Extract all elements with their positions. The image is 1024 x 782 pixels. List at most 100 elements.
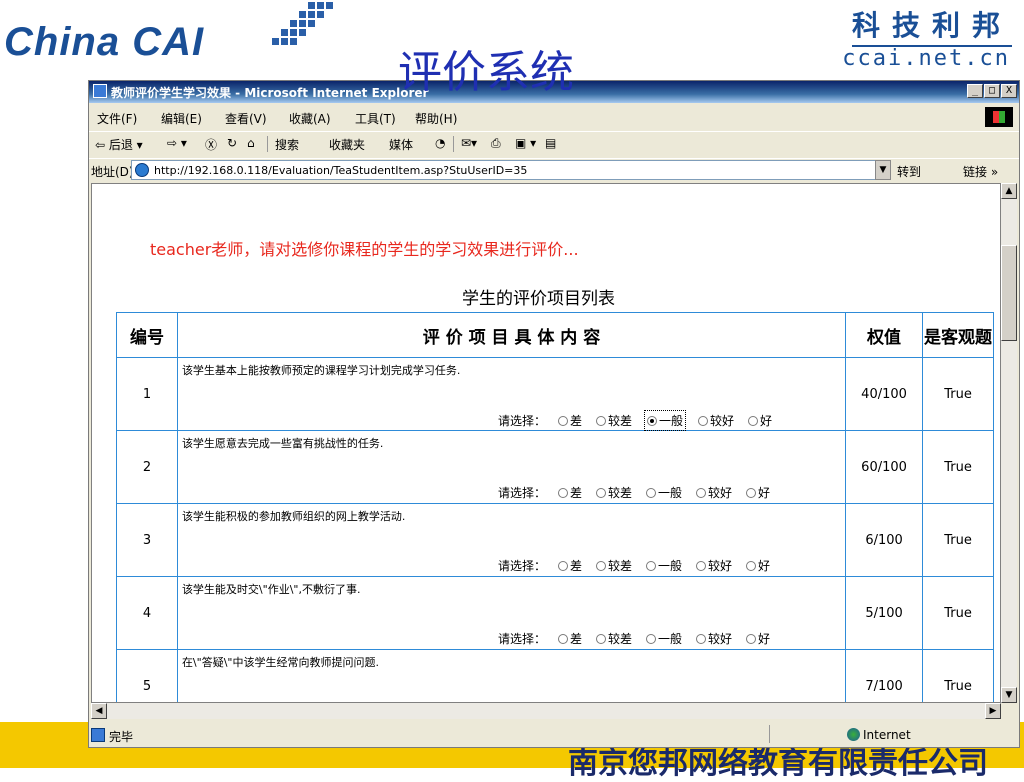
radio-button[interactable] [746,487,757,498]
menu-view[interactable]: 查看(V) [225,110,267,127]
item-number: 5 [116,649,178,702]
windows-logo-icon [985,107,1013,127]
rating-option[interactable]: 一般 [643,410,686,431]
rating-option[interactable]: 好 [746,411,774,430]
maximize-button[interactable]: □ [984,84,1000,98]
discuss-icon[interactable]: ▤ [545,136,556,150]
radio-button[interactable] [646,415,657,426]
rating-option[interactable]: 较差 [594,629,634,648]
menu-favorites[interactable]: 收藏(A) [289,110,331,127]
rating-option[interactable]: 差 [556,483,584,502]
radio-button[interactable] [696,560,706,571]
rating-option[interactable]: 差 [556,411,584,430]
slide-title: 评价系统 [398,47,574,98]
radio-button[interactable] [645,560,656,571]
address-bar: 地址(D) http://192.168.0.118/Evaluation/Te… [89,158,1019,181]
scroll-thumb[interactable] [1001,245,1017,341]
choose-label: 请选择： [497,632,546,646]
table-row: 3 该学生能积极的参加教师组织的网上教学活动. 请选择： 差较差 一般 较好好 6/100 T… [116,503,994,577]
rating-option[interactable]: 较好 [696,411,736,430]
radio-button[interactable] [595,415,606,426]
item-text: 该学生愿意去完成一些富有挑战性的任务. [181,437,384,450]
back-button[interactable]: ⇦ 后退 ▾ [95,136,143,153]
horizontal-scrollbar[interactable]: ◀ ▶ [91,703,1001,719]
item-weight: 5/100 [845,576,924,650]
rating-option[interactable]: 一般 [644,483,684,502]
item-weight: 6/100 [845,503,924,577]
radio-button[interactable] [696,487,706,498]
rating-option[interactable]: 较差 [594,411,634,430]
rating-group: 请选择： 差较差一般较好好 [498,629,772,648]
edit-icon[interactable]: ▣ ▾ [515,136,536,150]
close-button[interactable]: X [1001,84,1017,98]
scroll-up-icon[interactable]: ▲ [1001,183,1017,199]
radio-button[interactable] [557,415,568,426]
item-objective: True [922,503,994,577]
radio-button[interactable] [595,633,606,644]
rating-option[interactable]: 好 [744,483,772,502]
china-cai-logo: China CAI [4,20,205,64]
address-input[interactable]: http://192.168.0.118/Evaluation/TeaStude… [131,160,891,180]
menu-file[interactable]: 文件(F) [97,110,137,127]
address-url[interactable]: http://192.168.0.118/Evaluation/TeaStude… [154,164,527,177]
links-button[interactable]: 链接 » [963,163,998,180]
scroll-left-icon[interactable]: ◀ [91,703,107,719]
favorites-button[interactable]: 收藏夹 [329,136,365,153]
rating-option[interactable]: 差 [556,556,584,575]
stop-icon[interactable]: Ⓧ [205,136,217,153]
rating-option[interactable]: 一般 [644,556,684,575]
page-done-icon [91,728,105,742]
search-button[interactable]: 搜索 [275,136,299,153]
scroll-right-icon[interactable]: ▶ [985,703,1001,719]
rating-option[interactable]: 一般 [644,629,684,648]
mail-icon[interactable]: ✉▾ [461,136,477,150]
radio-button[interactable] [645,487,656,498]
menu-help[interactable]: 帮助(H) [415,110,457,127]
rating-option[interactable]: 较好 [694,483,734,502]
radio-button[interactable] [696,633,706,644]
vertical-scrollbar[interactable]: ▲ ▼ [1001,183,1017,703]
home-icon[interactable]: ⌂ [247,136,255,150]
minimize-button[interactable]: _ [967,84,983,98]
address-dropdown-icon[interactable]: ▼ [875,160,891,180]
rating-option[interactable]: 较差 [594,556,634,575]
radio-button[interactable] [595,560,606,571]
radio-button[interactable] [746,560,757,571]
item-weight: 60/100 [845,430,924,504]
forward-button[interactable]: ⇨ ▾ [167,136,187,150]
item-content: 该学生基本上能按教师预定的课程学习计划完成学习任务. 请选择： 差较差 一般 较好好 [176,357,847,431]
radio-button[interactable] [557,487,568,498]
rating-option[interactable]: 好 [744,556,772,575]
media-button[interactable]: 媒体 [389,136,413,153]
menu-bar: 文件(F) 编辑(E) 查看(V) 收藏(A) 工具(T) 帮助(H) [89,107,1019,127]
window-title: 教师评价学生学习效果 - Microsoft Internet Explorer [111,86,429,100]
refresh-icon[interactable]: ↻ [227,136,237,150]
rating-option[interactable]: 差 [556,629,584,648]
item-text: 该学生基本上能按教师预定的课程学习计划完成学习任务. [181,364,461,377]
item-text: 该学生能及时交\"作业\",不敷衍了事. [181,583,361,596]
table-row: 1 该学生基本上能按教师预定的课程学习计划完成学习任务. 请选择： 差较差 一般 较好好 4… [116,357,994,431]
history-icon[interactable]: ◔ [435,136,445,150]
rating-option[interactable]: 较好 [694,556,734,575]
rating-option[interactable]: 较好 [694,629,734,648]
radio-button[interactable] [557,633,568,644]
radio-button[interactable] [746,633,757,644]
brand-logo-en: ccai.net.cn [842,46,1010,71]
print-icon[interactable]: ⎙ [491,136,501,151]
menu-edit[interactable]: 编辑(E) [161,110,202,127]
radio-button[interactable] [557,560,568,571]
scroll-down-icon[interactable]: ▼ [1001,687,1017,703]
rating-option[interactable]: 较差 [594,483,634,502]
radio-button[interactable] [645,633,656,644]
radio-button[interactable] [595,487,606,498]
go-button[interactable]: 转到 [897,163,921,180]
menu-tools[interactable]: 工具(T) [355,110,396,127]
list-title: 学生的评价项目列表 [462,289,615,309]
radio-button[interactable] [748,415,759,426]
item-objective: True [922,649,994,702]
brand-logo-cn: 科技利邦 [851,4,1012,47]
radio-button[interactable] [698,415,708,426]
header-weight: 权值 [845,312,924,358]
rating-option[interactable]: 好 [744,629,772,648]
rating-group: 请选择： 差较差一般较好好 [498,483,772,502]
